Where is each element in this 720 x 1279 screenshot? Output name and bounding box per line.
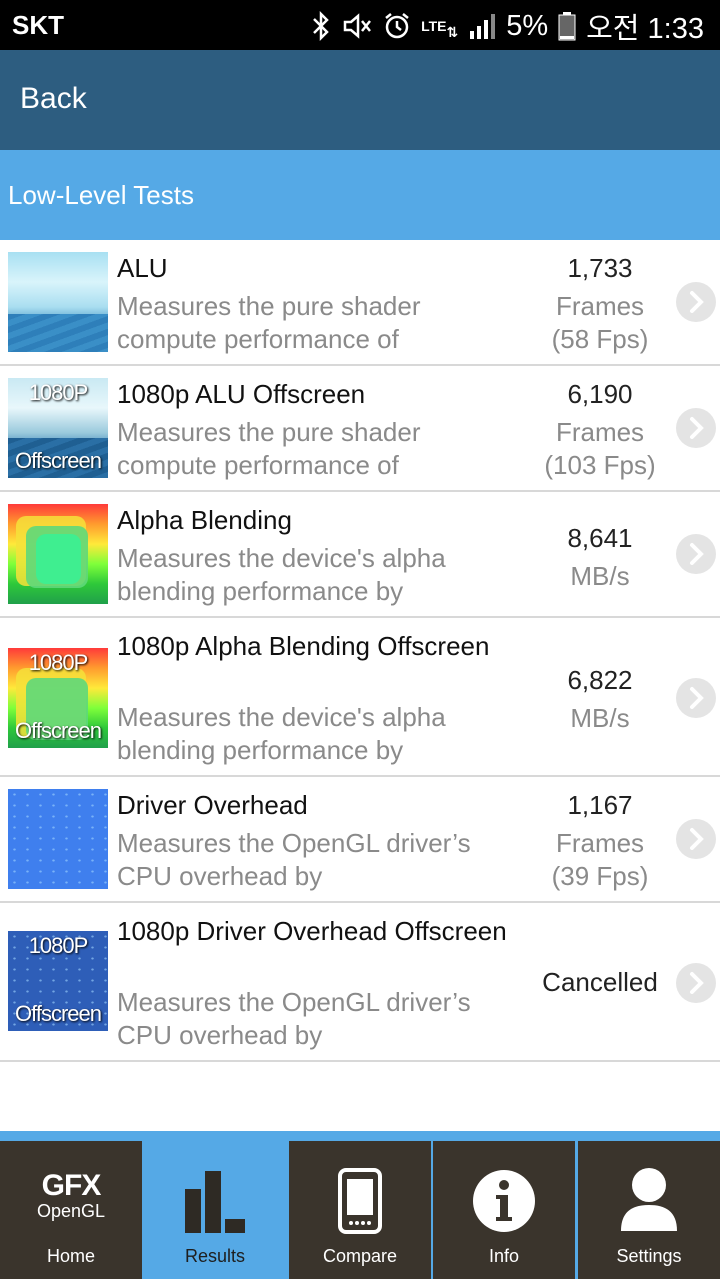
test-row-alu-offscreen[interactable]: 1080P Offscreen 1080p ALU Offscreen Meas… (0, 366, 720, 492)
test-name: 1080p Alpha Blending Offscreen (117, 631, 490, 661)
chevron-right-icon[interactable] (676, 282, 716, 322)
chevron-right-icon[interactable] (676, 819, 716, 859)
thumb-label-1080p: 1080P (28, 380, 89, 405)
test-name: 1080p ALU Offscreen (117, 379, 366, 409)
user-icon (578, 1167, 720, 1233)
lte-icon: LTE ⇅ (421, 17, 459, 40)
alpha-blending-thumbnail (8, 504, 108, 604)
test-description: Measures the pure shader compute perform… (117, 417, 421, 480)
nav-label: Info (488, 1246, 520, 1266)
thumb-label-1080p: 1080P (28, 933, 89, 958)
test-description: Measures the pure shader compute perform… (117, 291, 421, 354)
carrier-label: SKT (12, 10, 64, 40)
bottom-nav: GFX OpenGL Home Results Compare Info Set… (0, 1131, 720, 1279)
alarm-icon (383, 10, 411, 42)
network-label: LTE (421, 17, 447, 34)
test-name: 1080p Driver Overhead Offscreen (117, 916, 507, 946)
nav-settings[interactable]: Settings (578, 1141, 720, 1279)
thumb-label-offscreen: Offscreen (15, 448, 102, 473)
logo-subtext: OpenGL (36, 1201, 106, 1221)
nav-info[interactable]: Info (433, 1141, 575, 1279)
gfx-logo-icon: GFX OpenGL (0, 1169, 142, 1222)
test-result: Cancelled (530, 966, 670, 999)
chevron-right-icon[interactable] (676, 963, 716, 1003)
chevron-right-icon[interactable] (676, 678, 716, 718)
nav-compare[interactable]: Compare (289, 1141, 431, 1279)
test-result: 8,641 MB/s (530, 522, 670, 593)
alu-thumbnail (8, 252, 108, 352)
nav-results[interactable]: Results (144, 1141, 286, 1279)
test-description: Measures the device's alpha blending per… (117, 543, 446, 606)
thumb-label-offscreen: Offscreen (15, 1001, 102, 1026)
test-row-driver-overhead-offscreen[interactable]: 1080P Offscreen 1080p Driver Overhead Of… (0, 903, 720, 1062)
nav-label: Settings (616, 1246, 682, 1266)
test-result: 1,167 Frames (39 Fps) (530, 789, 670, 893)
bar-chart-icon (144, 1169, 286, 1233)
test-description: Measures the OpenGL driver’s CPU overhea… (117, 828, 471, 891)
section-title: Low-Level Tests (8, 180, 194, 210)
test-name: ALU (117, 253, 168, 283)
driver-overhead-offscreen-thumbnail: 1080P Offscreen (8, 931, 108, 1031)
test-list: ALU Measures the pure shader compute per… (0, 240, 720, 1062)
nav-label: Compare (322, 1246, 398, 1266)
nav-label: Home (46, 1246, 95, 1266)
thumb-label-1080p: 1080P (28, 650, 89, 675)
result-value: 6,822 (567, 665, 633, 695)
test-result: 6,190 Frames (103 Fps) (530, 378, 670, 482)
nav-home[interactable]: GFX OpenGL Home (0, 1141, 142, 1279)
section-header: Low-Level Tests (0, 150, 720, 240)
result-unit: Frames (555, 417, 645, 447)
info-icon (433, 1169, 575, 1233)
result-unit: MB/s (570, 561, 630, 591)
test-name: Driver Overhead (117, 790, 308, 820)
test-result: 1,733 Frames (58 Fps) (530, 252, 670, 356)
phone-icon (289, 1167, 431, 1235)
result-value: 6,190 (567, 379, 633, 409)
test-row-alpha-blending[interactable]: Alpha Blending Measures the device's alp… (0, 492, 720, 618)
test-description: Measures the device's alpha blending per… (117, 702, 446, 765)
battery-icon (558, 10, 576, 42)
back-button[interactable]: Back (20, 82, 87, 116)
test-description: Measures the OpenGL driver’s CPU overhea… (117, 987, 471, 1050)
result-fps: (39 Fps) (551, 861, 649, 891)
logo-text: GFX (41, 1169, 102, 1202)
driver-overhead-thumbnail (8, 789, 108, 889)
test-row-driver-overhead[interactable]: Driver Overhead Measures the OpenGL driv… (0, 777, 720, 903)
battery-label: 5% (506, 9, 549, 42)
thumb-label-offscreen: Offscreen (15, 718, 102, 743)
nav-label: Results (184, 1246, 246, 1266)
result-fps: (103 Fps) (544, 450, 656, 480)
clock: 오전 1:33 (586, 13, 704, 45)
test-row-alu[interactable]: ALU Measures the pure shader compute per… (0, 240, 720, 366)
status-bar: SKT LTE ⇅ 5% 오전 1:33 (0, 0, 720, 50)
result-status: Cancelled (542, 967, 658, 997)
test-name: Alpha Blending (117, 505, 292, 535)
test-result: 6,822 MB/s (530, 664, 670, 735)
test-row-alpha-blending-offscreen[interactable]: 1080P Offscreen 1080p Alpha Blending Off… (0, 618, 720, 777)
result-value: 1,167 (567, 790, 633, 820)
result-value: 8,641 (567, 523, 633, 553)
alpha-blending-offscreen-thumbnail: 1080P Offscreen (8, 648, 108, 748)
chevron-right-icon[interactable] (676, 534, 716, 574)
result-value: 1,733 (567, 253, 633, 283)
result-unit: MB/s (570, 703, 630, 733)
result-unit: Frames (555, 291, 645, 321)
bluetooth-icon (311, 10, 331, 42)
alu-offscreen-thumbnail: 1080P Offscreen (8, 378, 108, 478)
result-unit: Frames (555, 828, 645, 858)
chevron-right-icon[interactable] (676, 408, 716, 448)
app-bar: Back (0, 50, 720, 150)
result-fps: (58 Fps) (551, 324, 649, 354)
signal-icon (468, 10, 496, 42)
mute-icon (341, 10, 373, 42)
